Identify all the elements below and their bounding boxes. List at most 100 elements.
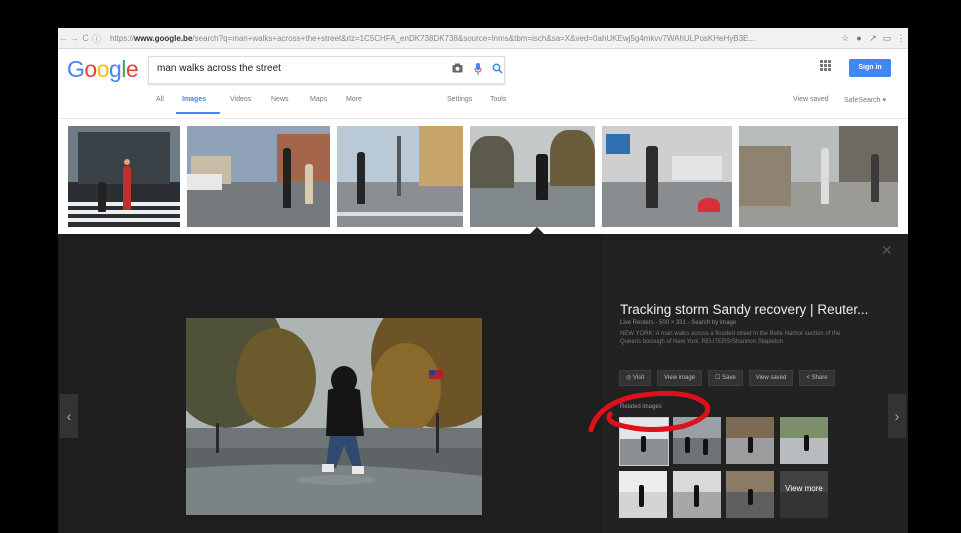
tab-images[interactable]: Images: [182, 96, 206, 103]
thumbnail-figure: [821, 148, 829, 204]
active-tab-indicator: [176, 112, 220, 114]
menu-icon[interactable]: ⋮: [894, 33, 908, 44]
url-domain: www.google.be: [134, 33, 193, 43]
address-bar[interactable]: https://www.google.be/search?q=man+walks…: [110, 34, 838, 43]
image-result-6[interactable]: [739, 126, 898, 227]
thumbnail-figure: [536, 154, 548, 200]
thumbnail-figure: [283, 148, 291, 208]
next-image-button[interactable]: ›: [888, 394, 906, 438]
search-box: [148, 56, 505, 84]
related-figure: [641, 436, 646, 452]
tab-news[interactable]: News: [271, 96, 289, 103]
related-images-label: Related images: [620, 404, 662, 410]
result-description: NEW YORK: A man walks across a flooded s…: [620, 331, 841, 345]
related-figure: [639, 485, 644, 507]
tab-all[interactable]: All: [156, 96, 164, 103]
related-figure: [748, 437, 753, 453]
tab-tools[interactable]: Tools: [490, 96, 506, 103]
view-more-label: View more: [780, 471, 828, 518]
previous-image-button[interactable]: ‹: [60, 394, 78, 438]
related-sky: [726, 417, 774, 439]
globe-icon: ◎: [626, 375, 633, 381]
thumbnail-tree: [550, 130, 595, 186]
google-logo[interactable]: Google: [67, 56, 139, 83]
action-buttons: ◎ Visit View image ☐ Save View saved < S…: [619, 370, 835, 386]
related-image-5[interactable]: [619, 471, 667, 518]
browser-toolbar: ← → C ⓘ https://www.google.be/search?q=m…: [58, 28, 908, 49]
tab-settings[interactable]: Settings: [447, 96, 472, 103]
extension-icon[interactable]: ↗: [866, 33, 880, 44]
thumbnail-sign: [606, 134, 630, 154]
tab-maps[interactable]: Maps: [310, 96, 327, 103]
related-image-4[interactable]: [780, 417, 828, 464]
image-result-5[interactable]: [602, 126, 732, 227]
star-icon[interactable]: ☆: [838, 33, 852, 44]
thumbnail-figure: [646, 146, 658, 208]
reload-icon[interactable]: C: [80, 33, 91, 43]
related-image-2[interactable]: [673, 417, 721, 464]
related-figure: [703, 439, 708, 455]
result-title[interactable]: Tracking storm Sandy recovery | Reuter..…: [620, 302, 900, 317]
cast-icon[interactable]: ▭: [880, 33, 894, 44]
thumbnail-wall: [739, 146, 791, 206]
thumbnail-umbrella: [698, 198, 720, 212]
preview-image[interactable]: [186, 318, 482, 515]
image-result-2[interactable]: [187, 126, 330, 227]
safesearch-dropdown[interactable]: SafeSearch ▾: [844, 96, 886, 104]
thumbnail-figure: [357, 152, 365, 204]
close-icon[interactable]: ✕: [881, 242, 893, 259]
thumbnail-building: [419, 126, 463, 186]
thumbnail-tree: [470, 136, 514, 188]
related-figure: [685, 437, 690, 453]
url-prefix: https://: [110, 33, 135, 43]
camera-icon[interactable]: [452, 63, 463, 76]
thumbnail-figure: [305, 164, 313, 204]
related-ground: [673, 438, 721, 464]
crosswalk-stripe: [68, 218, 180, 222]
image-result-1[interactable]: [68, 126, 180, 227]
view-image-button[interactable]: View image: [657, 370, 703, 386]
share-button[interactable]: < Share: [799, 370, 835, 386]
divider: [58, 118, 908, 119]
thumbnail-car: [187, 174, 222, 190]
apps-grid-icon[interactable]: [820, 60, 831, 74]
related-sky: [673, 417, 721, 439]
related-image-1[interactable]: [619, 417, 669, 466]
image-preview-panel: ✕ ‹ › Tracking storm Sandy recovery | Re…: [58, 234, 908, 533]
search-icon[interactable]: [492, 63, 503, 77]
thumbnail-figure: [123, 166, 131, 210]
related-figure: [748, 489, 753, 505]
visit-button[interactable]: ◎ Visit: [619, 370, 652, 386]
thumbnail-ground: [470, 181, 595, 227]
related-image-8-view-more[interactable]: View more: [780, 471, 828, 518]
tab-videos[interactable]: Videos: [230, 96, 251, 103]
microphone-icon[interactable]: [474, 63, 482, 78]
view-saved-button[interactable]: View saved: [748, 370, 794, 386]
thumbnail-building: [839, 126, 898, 182]
related-image-6[interactable]: [673, 471, 721, 518]
forward-icon[interactable]: →: [69, 33, 80, 43]
related-image-7[interactable]: [726, 471, 774, 518]
save-button[interactable]: ☐ Save: [708, 370, 743, 386]
related-figure: [694, 485, 699, 507]
thumbnail-figure-head: [124, 159, 130, 165]
crosswalk-stripe: [68, 210, 180, 214]
related-image-3[interactable]: [726, 417, 774, 464]
thumbnail-truck: [672, 156, 722, 180]
back-icon[interactable]: ←: [58, 33, 69, 43]
thumbnail-figure: [871, 154, 879, 202]
result-meta: Live Reuters - 500 × 331 - Search by ima…: [620, 320, 737, 326]
search-tabs: All Images Videos News Maps More Setting…: [58, 94, 908, 114]
location-icon[interactable]: ●: [852, 33, 866, 43]
search-input[interactable]: [155, 62, 439, 75]
thumbnail-pole: [397, 136, 401, 196]
related-figure: [804, 435, 809, 451]
sign-in-button[interactable]: Sign in: [849, 59, 891, 77]
image-result-3[interactable]: [337, 126, 463, 227]
tab-more[interactable]: More: [346, 96, 362, 103]
crosswalk-stripe: [337, 212, 463, 216]
image-result-4-selected[interactable]: [470, 126, 595, 227]
thumbnail-figure: [98, 182, 106, 212]
view-saved-link[interactable]: View saved: [793, 96, 829, 103]
site-info-icon[interactable]: ⓘ: [91, 32, 102, 45]
